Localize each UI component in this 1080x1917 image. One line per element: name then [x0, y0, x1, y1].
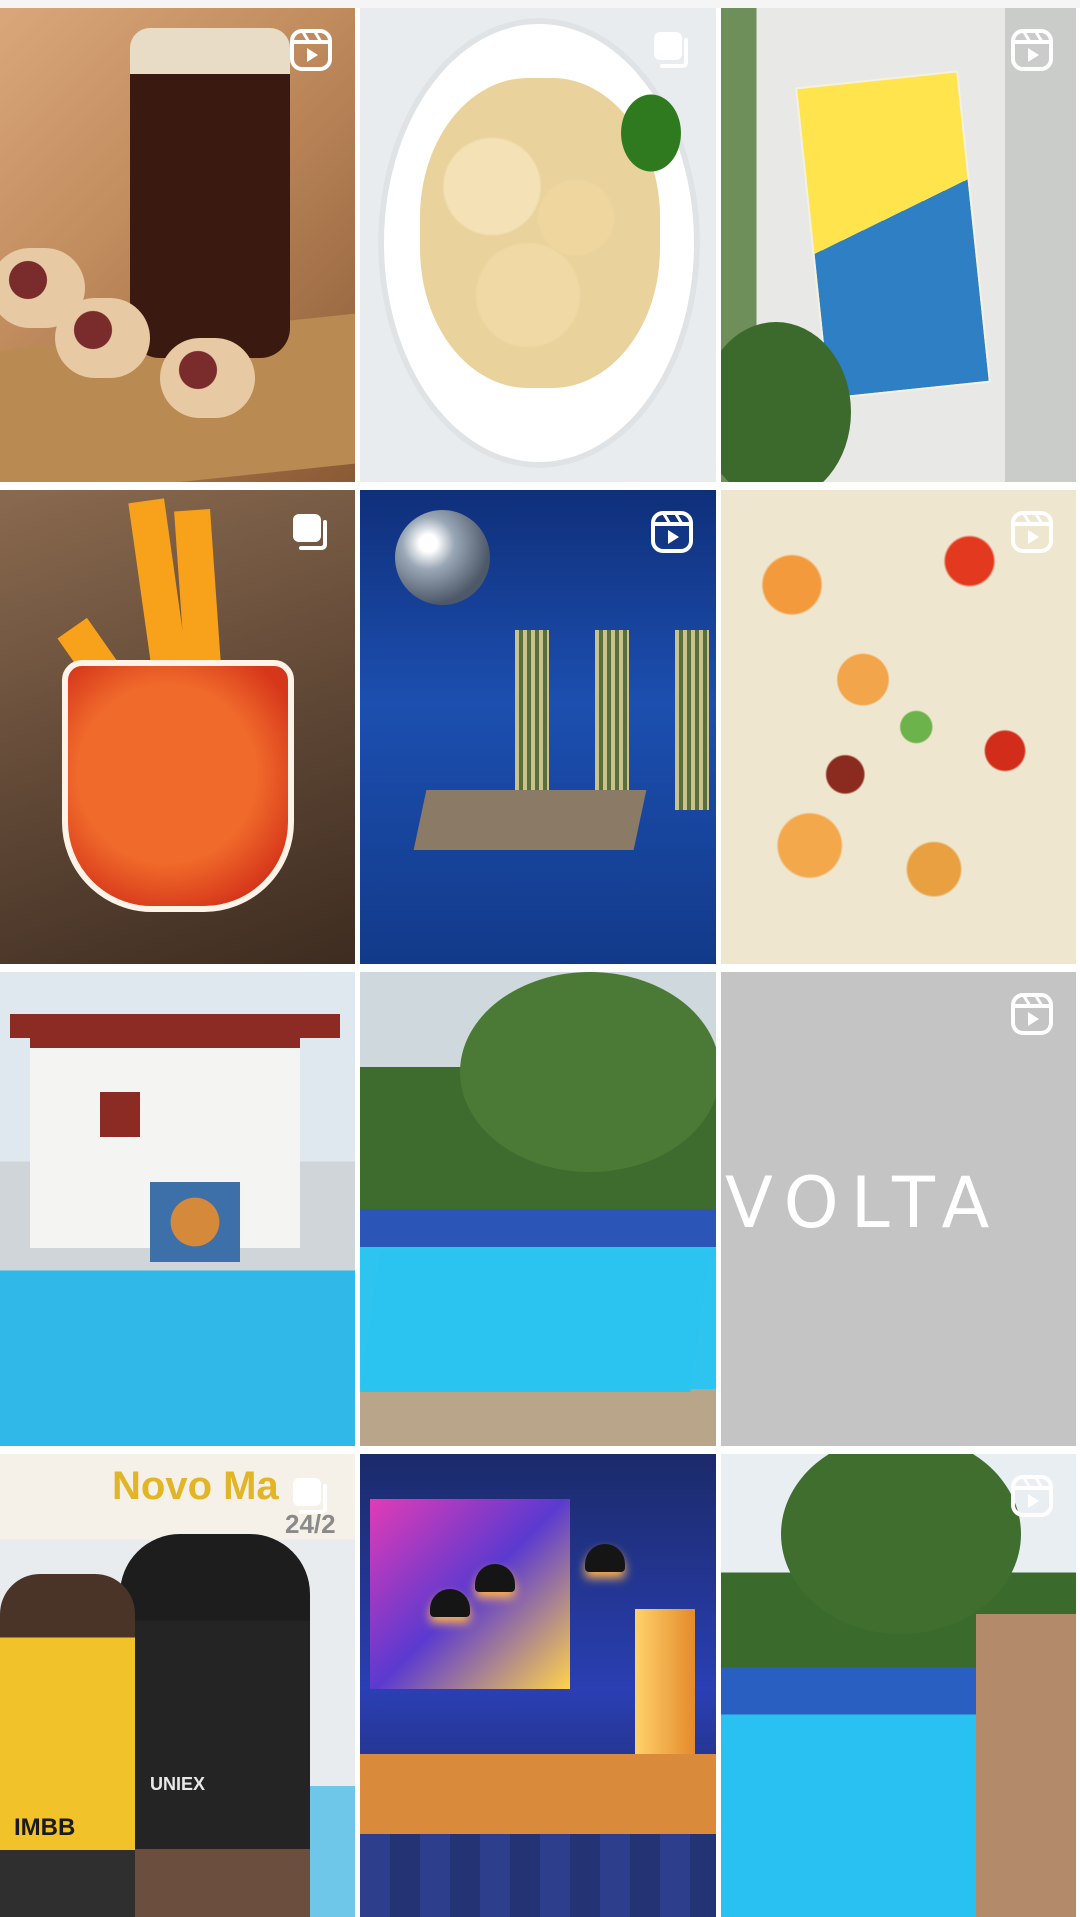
tinsel-curtain — [595, 630, 629, 810]
post-tile-9[interactable]: VOLTA — [721, 972, 1076, 1446]
pendant-lamp — [585, 1544, 625, 1572]
neon-mural — [370, 1499, 570, 1689]
person-right — [120, 1534, 310, 1917]
house-window — [100, 1092, 140, 1137]
shirt-text-left: IMBB — [14, 1814, 76, 1841]
pool-deck — [976, 1614, 1076, 1917]
post-image — [0, 972, 355, 1446]
post-image — [360, 8, 716, 482]
post-tile-7[interactable] — [0, 972, 355, 1446]
carousel-icon — [289, 510, 333, 554]
tree — [781, 1454, 1021, 1634]
tinsel-curtain — [675, 630, 709, 810]
top-divider — [0, 0, 1080, 8]
reel-icon — [289, 28, 333, 72]
carousel-icon — [650, 28, 694, 72]
pool — [360, 1252, 710, 1392]
post-tile-6[interactable] — [721, 490, 1076, 964]
post-image — [360, 1454, 716, 1917]
post-image — [360, 972, 716, 1446]
counter-base — [360, 1834, 716, 1917]
reel-icon — [650, 510, 694, 554]
post-tile-1[interactable] — [0, 8, 355, 482]
post-grid: VOLTA IMBB UNIEX Novo Ma 24/2 — [0, 8, 1080, 1917]
bar-counter — [360, 1754, 716, 1834]
carousel-icon — [289, 1474, 333, 1518]
post-tile-3[interactable] — [721, 8, 1076, 482]
profile-post-grid: VOLTA IMBB UNIEX Novo Ma 24/2 — [0, 0, 1080, 1917]
basil-leaf — [616, 88, 686, 178]
volta-logo-text: VOLTA — [725, 1162, 1002, 1244]
post-tile-5[interactable] — [360, 490, 716, 964]
tinsel-curtain — [515, 630, 549, 810]
reel-icon — [1010, 510, 1054, 554]
post-tile-8[interactable] — [360, 972, 716, 1446]
reel-icon — [1010, 1474, 1054, 1518]
flyer-title: Novo Ma — [112, 1464, 279, 1508]
food-roll — [55, 298, 150, 378]
post-tile-12[interactable] — [721, 1454, 1076, 1917]
wooden-table — [413, 790, 647, 850]
post-tile-4[interactable] — [0, 490, 355, 964]
post-tile-11[interactable] — [360, 1454, 716, 1917]
post-tile-10[interactable]: IMBB UNIEX Novo Ma 24/2 — [0, 1454, 355, 1917]
disco-ball — [395, 510, 490, 605]
iced-coffee-cup — [130, 28, 290, 358]
drink-cup — [62, 660, 294, 912]
reel-icon — [1010, 28, 1054, 72]
post-image — [721, 1454, 1076, 1917]
post-tile-2[interactable] — [360, 8, 716, 482]
reel-icon — [1010, 992, 1054, 1036]
post-image — [0, 8, 355, 482]
post-image — [721, 8, 1076, 482]
post-image — [0, 490, 355, 964]
shirt-text-right: UNIEX — [150, 1774, 206, 1794]
person-left — [0, 1574, 135, 1917]
post-image — [721, 490, 1076, 964]
post-image — [360, 490, 716, 964]
food-roll — [160, 338, 255, 418]
tree — [460, 972, 716, 1172]
wall-mural — [150, 1182, 240, 1262]
